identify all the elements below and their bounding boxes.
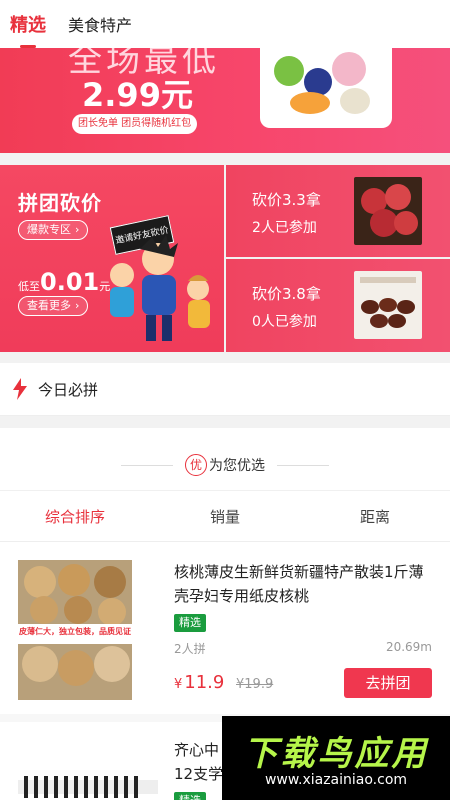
group-bargain-title: 拼团砍价: [18, 191, 102, 215]
divider: [121, 464, 173, 466]
app-screen: 精选 美食特产 全场最低 2.99元 团长免单 团员得随机红包 拼团砍价 爆款专…: [0, 0, 450, 800]
sort-sales[interactable]: 销量: [150, 491, 300, 541]
thumbnail-caption: 皮薄仁大，独立包装，品质见证: [19, 627, 131, 636]
banner-tag: 团长免单 团员得随机红包: [72, 114, 198, 134]
sort-bar: 综合排序 销量 距离: [0, 490, 450, 542]
group-bargain-section: 拼团砍价 爆款专区 低至0.01元 查看更多 邀请好友砍价 砍价3.3拿: [0, 165, 450, 352]
original-price: ¥19.9: [236, 677, 274, 692]
low-price-text: 低至0.01元: [18, 268, 111, 296]
featured-tag: 精选: [174, 614, 206, 632]
lightning-icon: [13, 378, 27, 400]
bargain-item-1[interactable]: 砍价3.3拿 2人已参加: [226, 165, 450, 257]
tab-featured[interactable]: 精选: [10, 0, 46, 48]
recommended-header: 优 为您优选: [0, 450, 450, 480]
product-price: ¥11.9: [174, 672, 225, 693]
watermark-title: 下载鸟应用: [243, 734, 429, 774]
bargain-item-joined: 0人已参加: [252, 314, 317, 330]
banner-price: 2.99元: [82, 76, 193, 114]
promo-banner[interactable]: 全场最低 2.99元 团长免单 团员得随机红包: [0, 48, 450, 153]
watermark-url: www.xiazainiao.com: [264, 772, 408, 788]
hot-zone-button[interactable]: 爆款专区: [18, 220, 89, 240]
join-group-button[interactable]: 去拼团: [344, 668, 432, 698]
featured-tag: 精选: [174, 792, 206, 800]
divider: [277, 464, 329, 466]
product-thumbnail: 皮薄仁大，独立包装，品质见证: [18, 560, 132, 700]
product-card[interactable]: 皮薄仁大，独立包装，品质见证 核桃薄皮生新鲜货新疆特产散装1斤薄壳孕妇专用纸皮核…: [0, 554, 450, 722]
product-thumbnail: [18, 776, 158, 798]
bargain-item-price: 砍价3.3拿: [252, 191, 321, 209]
today-must-group-label: 今日必拼: [38, 380, 99, 399]
bargain-item-image: [354, 271, 422, 339]
sort-distance[interactable]: 距离: [300, 491, 450, 541]
bargain-item-2[interactable]: 砍价3.8拿 0人已参加: [226, 259, 450, 352]
cartoon-people-illustration: [110, 235, 210, 341]
group-bargain-card[interactable]: 拼团砍价 爆款专区 低至0.01元 查看更多 邀请好友砍价: [0, 165, 224, 352]
recommended-title: 为您优选: [209, 458, 265, 474]
distance: 20.69m: [385, 640, 432, 654]
tab-food-specialty[interactable]: 美食特产: [68, 0, 132, 48]
best-badge-icon: 优: [185, 454, 207, 476]
sort-comprehensive[interactable]: 综合排序: [0, 491, 150, 541]
group-size: 2人拼: [174, 642, 206, 656]
view-more-button[interactable]: 查看更多: [18, 296, 89, 316]
category-tabs: 精选 美食特产: [0, 0, 450, 48]
bargain-item-image: [354, 177, 422, 245]
bargain-item-joined: 2人已参加: [252, 220, 317, 236]
fruit-plate-image: [260, 48, 392, 128]
today-must-group-row[interactable]: 今日必拼: [0, 363, 450, 416]
product-title[interactable]: 核桃薄皮生新鲜货新疆特产散装1斤薄壳孕妇专用纸皮核桃: [174, 560, 434, 608]
bargain-item-price: 砍价3.8拿: [252, 285, 321, 303]
watermark-logo: 下载鸟应用 www.xiazainiao.com: [222, 716, 450, 800]
